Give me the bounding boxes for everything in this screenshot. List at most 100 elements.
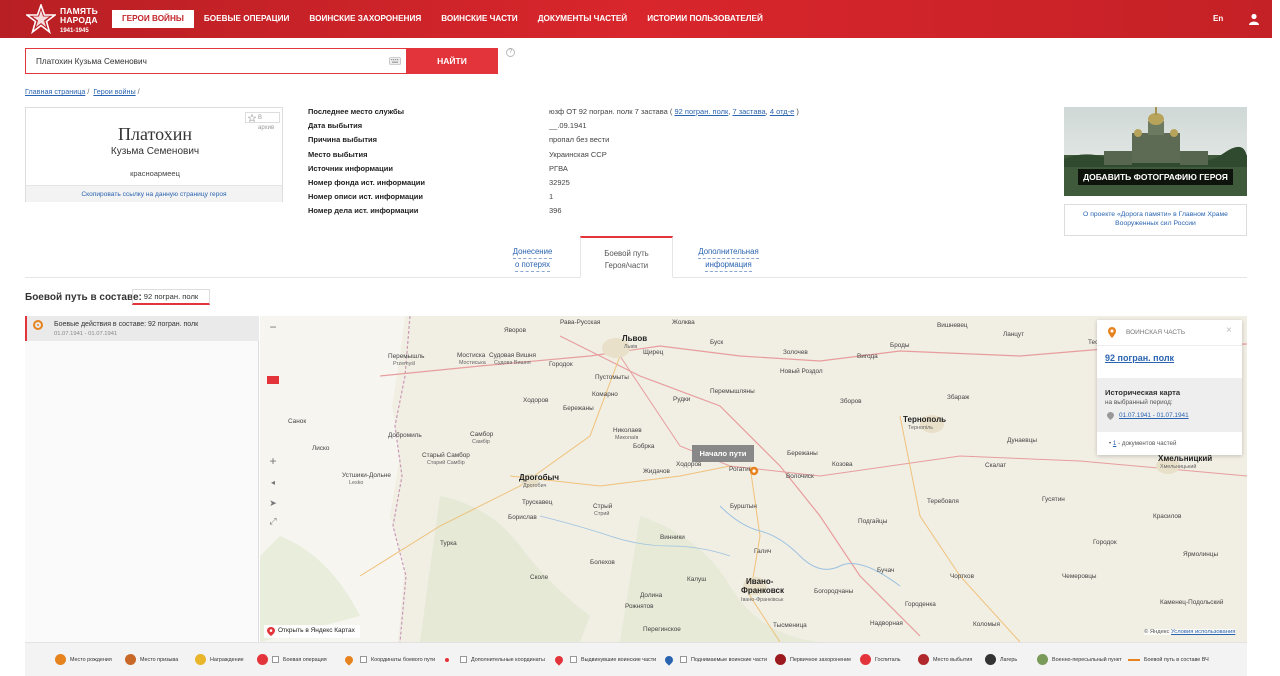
info-key: Место выбытия	[308, 149, 368, 159]
nav-units[interactable]: ВОИНСКИЕ ЧАСТИ	[431, 10, 527, 28]
zoom-slider-handle[interactable]	[267, 376, 279, 384]
open-yandex-link[interactable]: Открыть в Яндекс Картах	[264, 625, 360, 638]
map-town: Ходоров	[523, 397, 549, 404]
project-link[interactable]: О проекте «Дорога памяти» в Главном Храм…	[1064, 204, 1247, 236]
link-regiment[interactable]: 92 погран. полк	[674, 107, 728, 116]
legend-label: Место рождения	[70, 657, 112, 663]
unit-card: ВОИНСКАЯ ЧАСТЬ × 92 погран. полк Историч…	[1097, 320, 1242, 455]
nav-unit-documents[interactable]: ДОКУМЕНТЫ ЧАСТЕЙ	[528, 10, 638, 28]
logo[interactable]: ПАМЯТЬ НАРОДА 1941-1945	[26, 4, 106, 34]
map-town: Самбор	[470, 431, 494, 438]
map-town: Стрый	[593, 503, 613, 510]
site-header: ПАМЯТЬ НАРОДА 1941-1945 ГЕРОИ ВОЙНЫ БОЕВЫ…	[0, 0, 1272, 38]
map-town: Подгайцы	[858, 518, 888, 525]
link-outpost[interactable]: 7 застава	[732, 107, 765, 116]
path-entry-title: Боевые действия в составе: 92 погран. по…	[54, 321, 199, 328]
info-key: Дата выбытия	[308, 121, 363, 131]
map-town: Бережаны	[787, 450, 818, 457]
help-icon[interactable]: ?	[506, 48, 515, 57]
legend-marker-icon	[985, 654, 996, 665]
keyboard-icon[interactable]	[389, 57, 401, 65]
info-value: РГВА	[549, 163, 568, 173]
legend-label: Боевая операция	[283, 657, 327, 663]
zoom-control: − + ◂ ➤ ⤢	[264, 318, 282, 528]
map-terms-link[interactable]: Условия использования	[1171, 629, 1235, 635]
nav-operations[interactable]: БОЕВЫЕ ОПЕРАЦИИ	[194, 10, 300, 28]
hero-rank: красноармеец	[130, 169, 180, 178]
map-town: Скалат	[985, 462, 1007, 469]
locate-icon[interactable]: ➤	[264, 494, 282, 512]
hero-names: Кузьма Семенович	[110, 146, 200, 157]
map-town: Яворов	[504, 327, 526, 334]
map-legend: Место рождения Место призыва Награждение Бо…	[25, 642, 1247, 676]
legend-marker-icon	[1037, 654, 1048, 665]
legend-checkbox[interactable]	[460, 656, 467, 663]
ruler-icon[interactable]: ◂	[264, 474, 282, 492]
map-town: Бобрка	[633, 443, 655, 450]
search-input[interactable]	[26, 49, 376, 73]
map-city-sub: Дрогобич	[523, 483, 547, 489]
map-town: Богородчаны	[814, 588, 854, 595]
map-town: Золочев	[783, 349, 808, 356]
nav-heroes[interactable]: ГЕРОИ ВОЙНЫ	[112, 10, 194, 28]
logo-years: 1941-1945	[60, 28, 89, 34]
map-town: Николаев	[613, 427, 642, 434]
breadcrumb-heroes[interactable]: Герои войны	[93, 87, 135, 96]
archive-button[interactable]: В архив	[245, 112, 280, 131]
legend-label: Лагерь	[1000, 657, 1018, 663]
user-icon[interactable]	[1248, 13, 1260, 25]
legend-checkbox[interactable]	[360, 656, 367, 663]
hero-info-table: Последнее место службы юзф ОТ 92 погран.…	[308, 107, 848, 221]
close-icon[interactable]: ×	[1226, 325, 1232, 336]
tab-loss-report[interactable]: Донесение о потерях	[486, 236, 579, 278]
legend-marker-icon	[445, 658, 449, 662]
link-department[interactable]: 4 отд-е	[770, 107, 795, 116]
breadcrumb-home[interactable]: Главная страница	[25, 87, 85, 96]
zoom-in-icon[interactable]: +	[264, 452, 282, 470]
info-value: юзф ОТ 92 погран. полк 7 застава ( 92 по…	[549, 107, 799, 116]
legend-checkbox[interactable]	[680, 656, 687, 663]
copy-link-button[interactable]: Скопировать ссылку на данную страницу ге…	[26, 185, 282, 202]
legend-label: Боевой путь в составе ВЧ	[1144, 657, 1209, 663]
map-town: Винники	[660, 534, 685, 541]
legend-marker-icon	[860, 654, 871, 665]
info-key: Номер фонда ист. информации	[308, 177, 425, 187]
tab-additional-info[interactable]: Дополнительная информация	[682, 236, 775, 278]
add-photo-button[interactable]: ДОБАВИТЬ ФОТОГРАФИЮ ГЕРОЯ	[1078, 169, 1233, 185]
unit-name-link[interactable]: 92 погран. полк	[1105, 353, 1174, 363]
language-switch[interactable]: En	[1213, 14, 1223, 23]
path-entry[interactable]: Боевые действия в составе: 92 погран. по…	[25, 316, 259, 341]
hero-surname: Платохин	[118, 124, 192, 144]
info-value: Украинская ССР	[549, 149, 607, 159]
zoom-out-icon[interactable]: −	[264, 318, 282, 336]
map-town: Тысменица	[773, 622, 807, 629]
historical-map-subtitle: на выбранный период:	[1105, 399, 1173, 406]
search-button[interactable]: НАЙТИ	[406, 48, 498, 74]
legend-label: Координаты боевого пути	[371, 657, 436, 663]
historical-map-title: Историческая карта	[1105, 388, 1181, 397]
map-town: Жидачов	[643, 468, 670, 475]
legend-checkbox[interactable]	[272, 656, 279, 663]
nav-user-stories[interactable]: ИСТОРИИ ПОЛЬЗОВАТЕЛЕЙ	[637, 10, 773, 28]
map-town: Санок	[288, 418, 307, 425]
legend-checkbox[interactable]	[570, 656, 577, 663]
combat-path-label: Боевой путь в составе:	[25, 292, 142, 303]
map-town: Пустомыты	[595, 374, 629, 381]
start-point-icon[interactable]	[749, 466, 759, 476]
map[interactable]: Львов Львів Дрогобыч Дрогобич Тернополь …	[260, 316, 1247, 642]
legend-marker-icon	[553, 654, 565, 666]
nav-burials[interactable]: ВОИНСКИЕ ЗАХОРОНЕНИЯ	[299, 10, 431, 28]
unit-chip[interactable]: 92 погран. полк	[132, 289, 210, 305]
info-row: Дата выбытия __.09.1941	[308, 121, 848, 135]
logo-text: ПАМЯТЬ НАРОДА	[60, 6, 98, 25]
fullscreen-icon[interactable]: ⤢	[264, 512, 282, 530]
info-value: пропал без вести	[549, 135, 610, 145]
tab-combat-path[interactable]: Боевой путь Героя/части	[580, 236, 673, 278]
historical-map-range-link[interactable]: 01.07.1941 - 01.07.1941	[1119, 412, 1189, 419]
info-tabs: Донесение о потерях Боевой путь Героя/част…	[25, 236, 1247, 278]
legend-marker-icon	[257, 654, 268, 665]
info-row: Номер фонда ист. информации 32925	[308, 178, 848, 192]
star-logo-icon	[26, 4, 56, 34]
info-key: Номер описи ист. информации	[308, 192, 423, 202]
info-row: Место выбытия Украинская ССР	[308, 150, 848, 164]
